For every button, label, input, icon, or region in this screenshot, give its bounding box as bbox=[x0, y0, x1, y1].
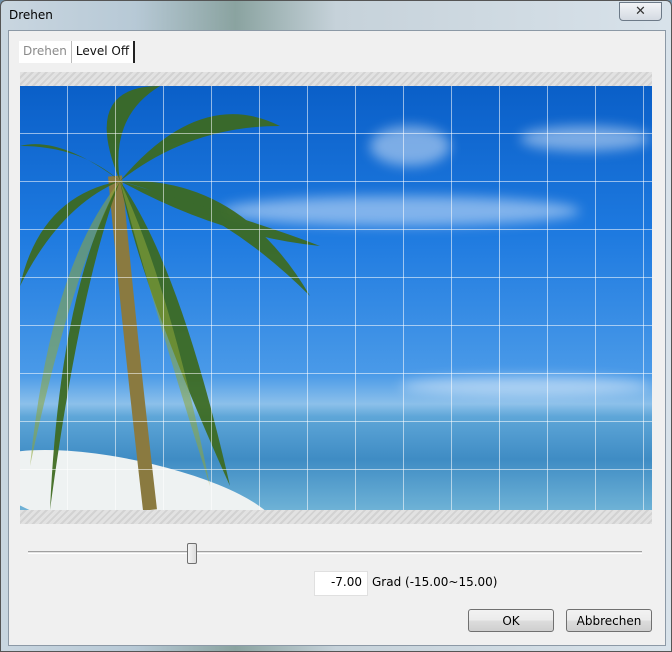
close-icon: ✕ bbox=[635, 4, 646, 19]
ok-button[interactable]: OK bbox=[468, 609, 554, 632]
close-button[interactable]: ✕ bbox=[619, 2, 662, 21]
image-preview bbox=[20, 86, 652, 510]
angle-slider-thumb[interactable] bbox=[186, 543, 197, 564]
angle-range-label: Grad (-15.00~15.00) bbox=[372, 575, 498, 589]
angle-slider-track[interactable] bbox=[28, 551, 642, 554]
window-title: Drehen bbox=[9, 8, 53, 22]
preview-border-bottom bbox=[20, 510, 652, 524]
tab-drehen[interactable]: Drehen bbox=[19, 41, 72, 63]
preview-border-top bbox=[20, 72, 652, 86]
cancel-button[interactable]: Abbrechen bbox=[566, 609, 652, 632]
alignment-grid bbox=[20, 86, 652, 510]
tab-level-off[interactable]: Level Off bbox=[72, 41, 136, 63]
angle-input[interactable]: -7.00 bbox=[314, 571, 368, 596]
tab-bar: Drehen Level Off bbox=[19, 41, 136, 63]
